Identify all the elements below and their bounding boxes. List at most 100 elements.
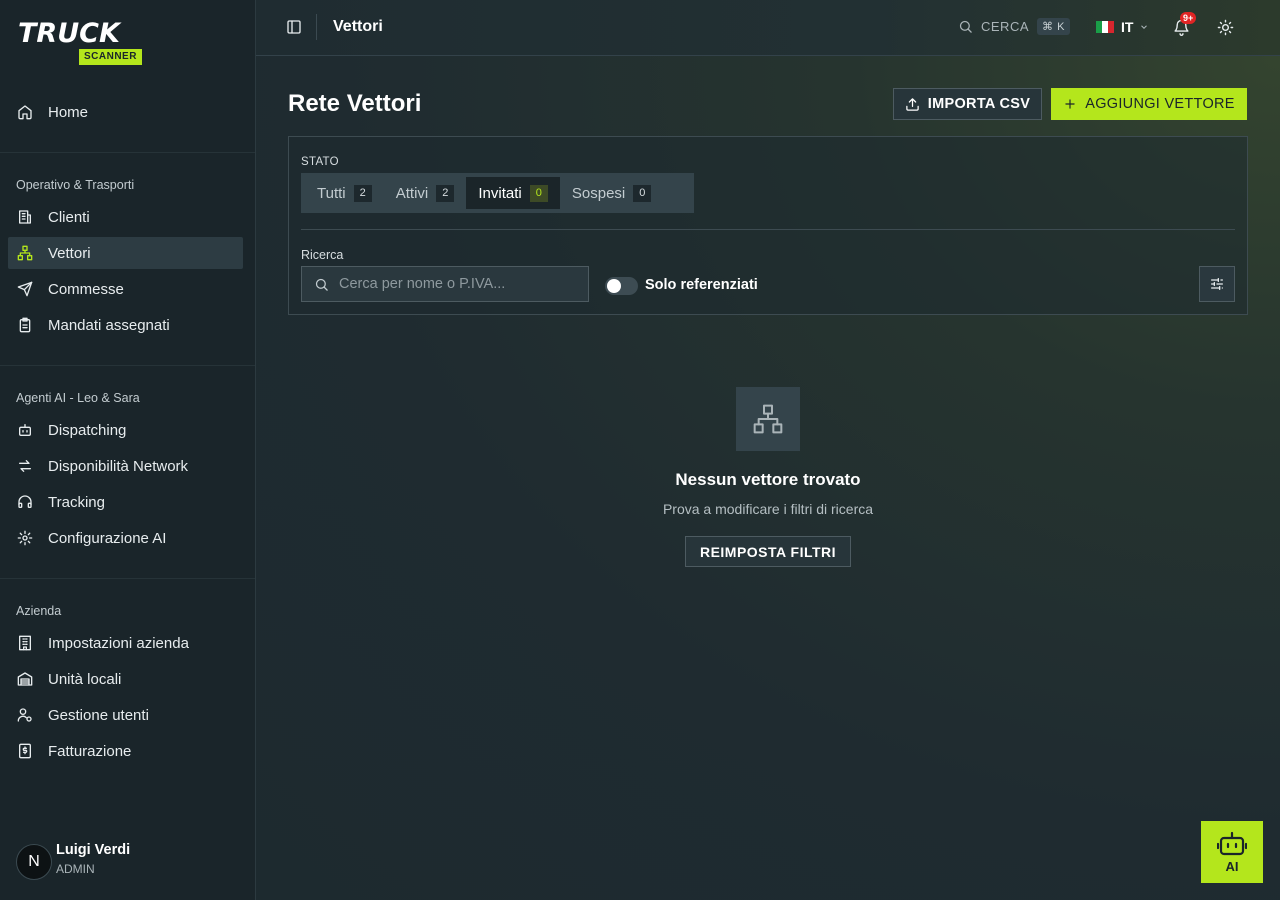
ai-label: AI	[1225, 858, 1239, 874]
tab-invitati[interactable]: Invitati 0	[466, 177, 560, 209]
search-box	[301, 266, 589, 302]
ai-assistant-button[interactable]: AI	[1201, 821, 1263, 883]
status-filter-label: STATO	[301, 156, 339, 168]
page-title: Rete Vettori	[288, 90, 422, 117]
building-icon	[16, 208, 34, 226]
language-code: IT	[1121, 19, 1134, 35]
search-field-label: Ricerca	[301, 248, 344, 262]
section-title-agenti: Agenti AI - Leo & Sara	[16, 391, 140, 405]
sidebar-item-label: Configurazione AI	[48, 529, 167, 547]
user-gear-icon	[16, 706, 34, 724]
clipboard-icon	[16, 316, 34, 334]
brand-logo[interactable]: TRUCK SCANNER	[18, 20, 168, 66]
sidebar-item-label: Unità locali	[48, 670, 122, 688]
empty-state-title: Nessun vettore trovato	[675, 470, 861, 489]
panel-toggle-icon[interactable]	[286, 19, 302, 40]
filter-divider	[301, 229, 1235, 230]
logo-truck-text: TRUCK	[18, 18, 120, 49]
section-title-operativo: Operativo & Trasporti	[16, 178, 135, 192]
sun-icon[interactable]	[1217, 19, 1234, 41]
user-profile[interactable]: N Luigi Verdi ADMIN	[16, 842, 130, 880]
arrows-icon	[16, 457, 34, 475]
sidebar-divider	[0, 152, 255, 153]
bot-icon	[16, 421, 34, 439]
sidebar-item-label: Home	[48, 103, 89, 121]
sidebar-item-label: Commesse	[48, 280, 124, 298]
empty-state-icon	[736, 387, 800, 451]
tab-count: 2	[436, 184, 455, 202]
office-icon	[16, 634, 34, 652]
sidebar-item-clienti[interactable]: Clienti	[8, 201, 243, 233]
invoice-icon	[16, 742, 34, 760]
search-label: CERCA	[981, 19, 1030, 34]
topbar: Vettori CERCA ⌘ K IT 9+	[256, 0, 1280, 56]
tab-label: Attivi	[395, 184, 429, 202]
user-name: Luigi Verdi	[56, 842, 131, 858]
sidebar-item-unita-locali[interactable]: Unità locali	[8, 663, 243, 695]
sidebar-item-label: Clienti	[48, 208, 90, 226]
plus-icon	[1063, 97, 1077, 111]
tab-count: 2	[353, 184, 372, 202]
headset-icon	[16, 493, 34, 511]
sidebar-item-fatturazione[interactable]: Fatturazione	[8, 735, 243, 767]
topbar-title: Vettori	[333, 18, 383, 35]
sidebar-item-label: Tracking	[48, 493, 105, 511]
sidebar-item-configurazione-ai[interactable]: Configurazione AI	[8, 522, 243, 554]
referenced-only-label: Solo referenziati	[645, 277, 758, 293]
add-carrier-button[interactable]: AGGIUNGI VETTORE	[1051, 88, 1247, 120]
tab-tutti[interactable]: Tutti 2	[305, 177, 384, 209]
referenced-only-toggle[interactable]	[605, 277, 638, 295]
import-csv-label: IMPORTA CSV	[927, 96, 1031, 112]
sidebar-item-vettori[interactable]: Vettori	[8, 237, 243, 269]
tab-label: Tutti	[317, 184, 346, 202]
sidebar: TRUCK SCANNER Home Operativo & Trasporti…	[0, 0, 256, 900]
tab-count: 0	[633, 184, 652, 202]
sidebar-item-mandati[interactable]: Mandati assegnati	[8, 309, 243, 341]
topbar-separator	[316, 14, 317, 40]
sidebar-item-disponibilita[interactable]: Disponibilità Network	[8, 450, 243, 482]
sidebar-item-gestione-utenti[interactable]: Gestione utenti	[8, 699, 243, 731]
sidebar-item-label: Dispatching	[48, 421, 127, 439]
empty-state-subtitle: Prova a modificare i filtri di ricerca	[662, 501, 874, 517]
tab-label: Invitati	[478, 184, 522, 202]
sidebar-divider	[0, 578, 255, 579]
warehouse-icon	[16, 670, 34, 688]
italy-flag-icon	[1096, 21, 1114, 33]
section-title-azienda: Azienda	[16, 604, 62, 618]
notification-badge: 9+	[1180, 12, 1197, 24]
sidebar-item-tracking[interactable]: Tracking	[8, 486, 243, 518]
language-selector[interactable]: IT	[1096, 19, 1149, 35]
sidebar-item-label: Impostazioni azienda	[48, 634, 189, 652]
gear-icon	[16, 529, 34, 547]
upload-icon	[905, 97, 920, 112]
toggle-knob	[607, 279, 621, 293]
sidebar-item-label: Mandati assegnati	[48, 316, 170, 334]
sliders-icon	[1211, 278, 1223, 290]
add-carrier-label: AGGIUNGI VETTORE	[1085, 96, 1235, 112]
filter-card: STATO Tutti 2 Attivi 2 Invitati 0 Sospes…	[288, 136, 1248, 315]
avatar: N	[16, 844, 52, 880]
logo-scanner-text: SCANNER	[79, 49, 142, 65]
sidebar-item-impostazioni-azienda[interactable]: Impostazioni azienda	[8, 627, 243, 659]
sidebar-item-label: Fatturazione	[48, 742, 132, 760]
tab-label: Sospesi	[571, 184, 626, 202]
advanced-filters-button[interactable]	[1199, 266, 1235, 302]
global-search-button[interactable]: CERCA ⌘ K	[958, 18, 1070, 35]
import-csv-button[interactable]: IMPORTA CSV	[893, 88, 1042, 120]
chevron-down-icon	[1141, 25, 1148, 29]
reset-filters-button[interactable]: REIMPOSTA FILTRI	[685, 536, 851, 567]
network-icon	[753, 404, 783, 434]
sidebar-item-commesse[interactable]: Commesse	[8, 273, 243, 305]
search-icon	[315, 278, 328, 291]
send-icon	[16, 280, 34, 298]
search-shortcut: ⌘ K	[1037, 18, 1070, 35]
tab-sospesi[interactable]: Sospesi 0	[560, 177, 664, 209]
user-role: ADMIN	[56, 862, 95, 876]
home-icon	[16, 103, 34, 121]
network-icon	[16, 244, 34, 262]
sidebar-divider	[0, 365, 255, 366]
sidebar-item-home[interactable]: Home	[8, 96, 243, 128]
search-input[interactable]	[339, 276, 579, 292]
sidebar-item-dispatching[interactable]: Dispatching	[8, 414, 243, 446]
tab-attivi[interactable]: Attivi 2	[384, 177, 467, 209]
